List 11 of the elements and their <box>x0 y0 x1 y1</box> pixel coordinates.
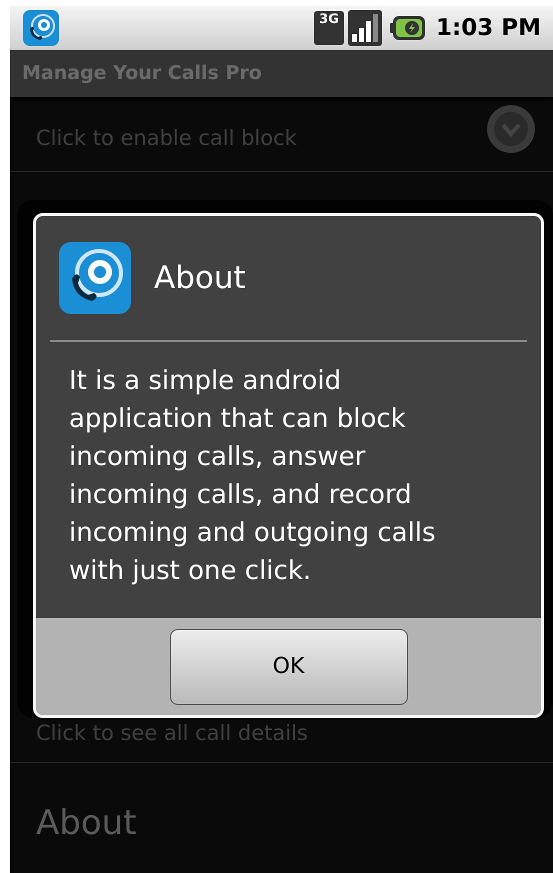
signal-icon <box>348 10 382 46</box>
checkbox[interactable] <box>485 103 537 155</box>
dialog-message: It is a simple android application that can block incoming calls, answer incoming calls, and record incoming and outgoing calls with just one click. <box>69 365 437 588</box>
network-type: 3G <box>319 11 339 28</box>
ok-button[interactable]: OK <box>170 628 408 704</box>
dialog-title: About <box>154 258 246 298</box>
app-icon <box>58 241 132 315</box>
clock-time: 1:03 PM <box>436 14 541 43</box>
app-notification-icon <box>22 9 60 47</box>
setting-title: About <box>36 802 138 844</box>
battery-charging-icon <box>390 15 426 41</box>
